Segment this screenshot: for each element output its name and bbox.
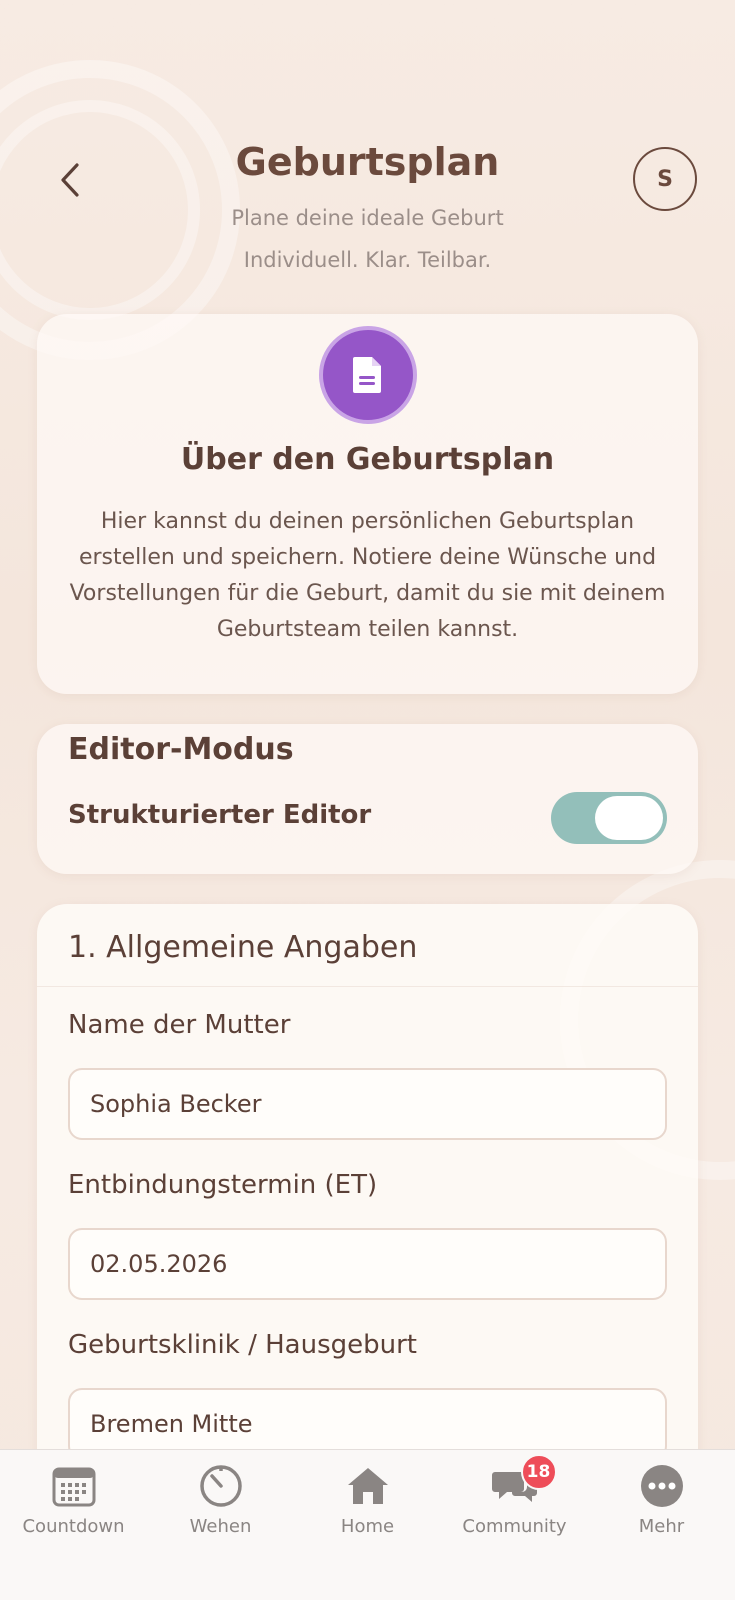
tab-bar: Countdown Wehen Home 18 Community Mehr <box>0 1449 735 1600</box>
about-card: Über den Geburtsplan Hier kannst du dein… <box>37 314 698 694</box>
tab-countdown[interactable]: Countdown <box>0 1462 147 1537</box>
birth-place-label: Geburtsklinik / Hausgeburt <box>68 1330 417 1360</box>
editor-mode-card: Editor-Modus Strukturierter Editor <box>37 724 698 874</box>
tab-community[interactable]: 18 Community <box>441 1454 588 1537</box>
due-date-label: Entbindungstermin (ET) <box>68 1170 378 1200</box>
due-date-input[interactable] <box>68 1228 667 1300</box>
tab-label: Home <box>340 1516 395 1537</box>
toggle-knob <box>595 796 663 840</box>
structured-editor-label: Strukturierter Editor <box>68 800 372 830</box>
document-badge <box>319 326 417 424</box>
timer-icon <box>197 1462 245 1510</box>
avatar[interactable]: S <box>633 147 697 211</box>
mother-name-label: Name der Mutter <box>68 1010 291 1040</box>
tab-label: Wehen <box>189 1516 252 1537</box>
tab-mehr[interactable]: Mehr <box>588 1462 735 1537</box>
header: Geburtsplan Plane deine ideale Geburt In… <box>0 130 735 290</box>
notification-badge: 18 <box>520 1454 557 1490</box>
page-title: Geburtsplan <box>235 140 500 184</box>
more-icon <box>638 1462 686 1510</box>
tab-home[interactable]: Home <box>294 1462 441 1537</box>
tab-wehen[interactable]: Wehen <box>147 1462 294 1537</box>
calendar-icon <box>50 1462 98 1510</box>
tab-label: Community <box>462 1516 567 1537</box>
chat-bubbles-icon: 18 <box>491 1454 557 1510</box>
page-tagline: Individuell. Klar. Teilbar. <box>243 248 492 272</box>
about-description: Hier kannst du deinen persönlichen Gebur… <box>69 509 666 642</box>
editor-mode-title: Editor-Modus <box>68 732 294 767</box>
tab-label: Mehr <box>638 1516 685 1537</box>
document-icon <box>353 357 381 393</box>
page-subtitle: Plane deine ideale Geburt <box>231 206 504 230</box>
tab-label: Countdown <box>22 1516 125 1537</box>
about-title: Über den Geburtsplan <box>180 442 555 477</box>
home-icon <box>344 1462 392 1510</box>
divider <box>37 986 698 987</box>
mother-name-input[interactable] <box>68 1068 667 1140</box>
section-title: 1. Allgemeine Angaben <box>68 930 418 965</box>
structured-editor-toggle[interactable] <box>551 792 667 844</box>
